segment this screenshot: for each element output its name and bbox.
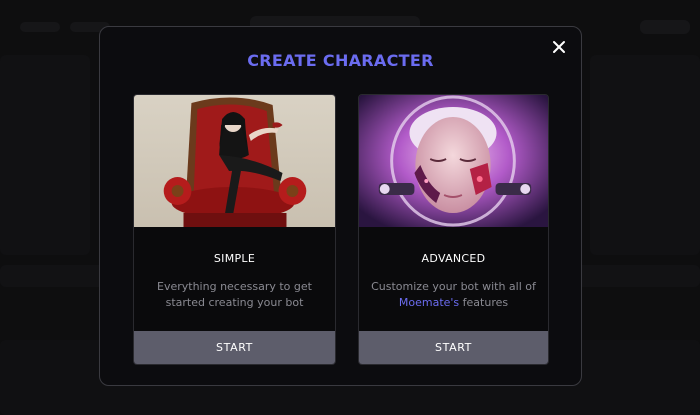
advanced-description-suffix: features xyxy=(462,296,509,309)
create-character-modal: CREATE CHARACTER SIMPLE Everything neces… xyxy=(99,26,582,386)
advanced-character-image xyxy=(359,95,548,227)
advanced-description-prefix: Customize your bot with all of xyxy=(371,280,536,293)
modal-title: CREATE CHARACTER xyxy=(247,51,434,70)
advanced-title: ADVANCED xyxy=(421,252,486,265)
advanced-description: Customize your bot with all of Moemate's… xyxy=(371,279,536,311)
simple-character-image xyxy=(134,95,335,227)
close-button[interactable] xyxy=(549,37,569,57)
advanced-start-button[interactable]: START xyxy=(359,331,548,364)
simple-start-button[interactable]: START xyxy=(134,331,335,364)
close-icon xyxy=(549,37,569,57)
advanced-option-card[interactable]: ADVANCED Customize your bot with all of … xyxy=(358,94,549,365)
simple-description: Everything necessary to get started crea… xyxy=(157,280,312,309)
moemate-link[interactable]: Moemate's xyxy=(399,296,459,309)
simple-title: SIMPLE xyxy=(213,252,256,265)
simple-option-card[interactable]: SIMPLE Everything necessary to get start… xyxy=(133,94,336,365)
